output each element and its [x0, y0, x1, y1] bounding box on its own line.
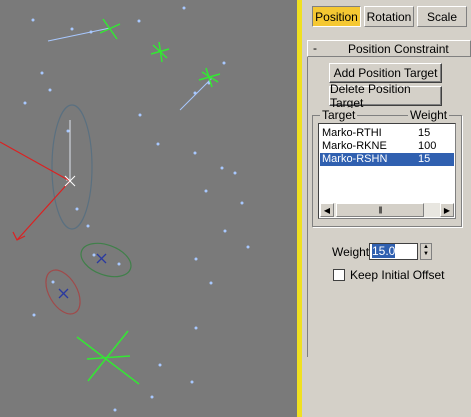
- tab-scale[interactable]: Scale: [417, 6, 467, 27]
- target-list[interactable]: Marko-RTHI 15 Marko-RKNE 100 Marko-RSHN …: [318, 123, 456, 219]
- weight-value: 15.0: [372, 244, 396, 258]
- weight-field[interactable]: 15.0: [369, 243, 418, 260]
- horizontal-scrollbar[interactable]: ◀ ||| ▶: [320, 203, 454, 217]
- delete-position-target-button[interactable]: Delete Position Target: [329, 82, 442, 110]
- bone-shape: [66, 120, 71, 181]
- rollout-collapse-toggle[interactable]: -: [313, 41, 317, 55]
- transform-gizmo: [0, 141, 71, 241]
- list-item[interactable]: Marko-RKNE 100: [320, 140, 454, 153]
- list-item-selected[interactable]: Marko-RSHN 15: [320, 153, 454, 166]
- tab-position[interactable]: Position: [312, 6, 361, 27]
- target-name: Marko-RSHN: [322, 153, 388, 165]
- scroll-thumb[interactable]: |||: [336, 203, 424, 217]
- target-weight: 15: [418, 127, 431, 139]
- keep-initial-offset-checkbox[interactable]: [333, 269, 345, 281]
- target-name: Marko-RKNE: [322, 140, 387, 152]
- weight-spinner[interactable]: ▲ ▼: [420, 243, 432, 260]
- weight-label: Weight: [332, 245, 370, 259]
- shin-marker: [58, 288, 69, 299]
- target-weight: 100: [418, 140, 437, 152]
- add-position-target-button[interactable]: Add Position Target: [329, 63, 442, 83]
- target-weight: 15: [418, 153, 431, 165]
- thigh-ellipse: [51, 104, 93, 230]
- scroll-left-icon[interactable]: ◀: [320, 203, 334, 217]
- target-column-header: Target: [320, 108, 358, 122]
- scroll-right-icon[interactable]: ▶: [440, 203, 454, 217]
- knee-marker: [96, 253, 107, 264]
- knee-ellipse: [80, 242, 132, 278]
- target-name: Marko-RTHI: [322, 127, 382, 139]
- bone-lines: [47, 27, 213, 111]
- keep-initial-offset-label: Keep Initial Offset: [350, 268, 445, 282]
- rollout-title: Position Constraint: [348, 42, 449, 56]
- 3d-viewport[interactable]: [0, 0, 297, 417]
- spinner-down-icon[interactable]: ▼: [421, 251, 431, 258]
- green-markers: [76, 18, 221, 385]
- spinner-up-icon[interactable]: ▲: [421, 244, 431, 251]
- weight-column-header: Weight: [408, 108, 450, 122]
- position-constraint-rollout-header[interactable]: - Position Constraint: [307, 40, 471, 57]
- shin-ellipse: [45, 269, 81, 315]
- tab-rotation[interactable]: Rotation: [364, 6, 414, 27]
- command-panel: Position Rotation Scale - Position Const…: [302, 0, 471, 417]
- viewport-scene: [0, 6, 250, 412]
- list-item[interactable]: Marko-RTHI 15: [320, 127, 454, 140]
